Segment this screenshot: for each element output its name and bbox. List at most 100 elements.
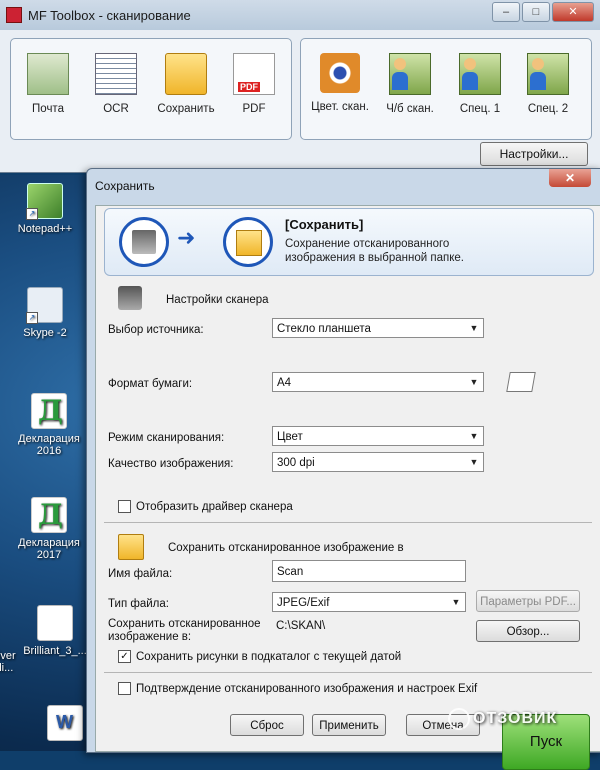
show-driver-checkbox[interactable]: Отобразить драйвер сканера — [118, 500, 293, 513]
tool-mail-button[interactable]: Почта — [15, 53, 81, 115]
folder-circle-icon — [223, 217, 273, 267]
header-title: [Сохранить] — [285, 217, 364, 232]
confirm-checkbox[interactable]: Подтверждение отсканированного изображен… — [118, 682, 477, 695]
tool-label: Сохранить — [157, 103, 215, 115]
skype-icon: ↗ — [26, 287, 63, 324]
desktop-icon-declaration-2016[interactable]: Декларация 2016 — [14, 393, 84, 457]
confirm-label: Подтверждение отсканированного изображен… — [136, 682, 478, 695]
filetype-value: JPEG/Exif — [277, 597, 330, 609]
dropdown-arrow-icon: ▼ — [469, 431, 479, 441]
checkbox-box[interactable] — [118, 682, 131, 695]
document-icon — [37, 605, 73, 641]
tool-pdf-button[interactable]: PDF — [221, 53, 287, 115]
dialog-header: ➜ [Сохранить] Сохранение отсканированног… — [104, 208, 594, 276]
paper-label: Формат бумаги: — [108, 378, 193, 390]
paper-select[interactable]: A4 ▼ — [272, 372, 484, 392]
tool-label: Спец. 2 — [527, 103, 569, 115]
folder-icon — [118, 534, 144, 560]
quality-value: 300 dpi — [277, 457, 315, 469]
desktop-icon-driver[interactable]: river ili... — [0, 650, 40, 674]
desktop-icon-skype[interactable]: ↗ Skype -2 — [10, 287, 80, 339]
maximize-button[interactable]: □ — [522, 2, 550, 22]
desktop-icon-declaration-2017[interactable]: Декларация 2017 — [14, 497, 84, 561]
apply-button[interactable]: Применить — [312, 714, 386, 736]
divider — [104, 522, 592, 523]
arrow-right-icon: ➜ — [177, 225, 196, 250]
mode-label: Режим сканирования: — [108, 432, 225, 444]
tool-label: Ч/б скан. — [386, 103, 434, 115]
title-bar[interactable]: MF Toolbox - сканирование – □ ✕ — [0, 0, 600, 30]
checkbox-box[interactable] — [118, 500, 131, 513]
subfolder-checkbox[interactable]: ✓ Сохранить рисунки в подкаталог с текущ… — [118, 650, 401, 663]
tool-label: PDF — [242, 103, 266, 115]
filetype-select[interactable]: JPEG/Exif ▼ — [272, 592, 466, 612]
close-button[interactable]: ✕ — [552, 2, 594, 22]
dialog-close-button[interactable]: ✕ — [549, 169, 591, 187]
divider — [104, 672, 592, 673]
filename-input[interactable]: Scan — [272, 560, 466, 582]
scanner-settings-heading: Настройки сканера — [166, 294, 269, 306]
subfolder-label: Сохранить рисунки в подкаталог с текущей… — [136, 650, 402, 663]
watermark-logo-icon — [448, 708, 470, 730]
save-settings-heading: Сохранить отсканированное изображение в — [168, 542, 404, 554]
paper-orientation-icon[interactable] — [506, 372, 536, 392]
pdf-icon — [233, 53, 275, 95]
notepad-icon: ↗ — [26, 183, 63, 220]
source-value: Стекло планшета — [277, 323, 371, 335]
tool-label: Цвет. скан. — [311, 101, 369, 113]
source-select[interactable]: Стекло планшета ▼ — [272, 318, 484, 338]
desktop-icon-label: ili... — [0, 662, 14, 674]
tool-bw-scan-button[interactable]: Ч/б скан. — [377, 53, 443, 115]
paper-value: A4 — [277, 377, 292, 389]
app-icon — [6, 7, 22, 23]
save-dialog: Сохранить ✕ ➜ [Сохранить] Сохранение отс… — [86, 168, 600, 770]
tool-save-button[interactable]: Сохранить — [153, 53, 219, 115]
declaration-icon — [31, 497, 67, 533]
quality-label: Качество изображения: — [108, 458, 234, 470]
desktop-icon-label: Skype -2 — [23, 327, 67, 339]
dialog-title: Сохранить — [95, 179, 155, 193]
dropdown-arrow-icon: ▼ — [451, 597, 461, 607]
desktop-icon-notepad[interactable]: ↗ Notepad++ — [10, 183, 80, 235]
ocr-icon — [95, 53, 137, 95]
watermark: ОТЗОВИК — [448, 708, 557, 730]
source-label: Выбор источника: — [108, 324, 204, 336]
tool-ocr-button[interactable]: OCR — [83, 53, 149, 115]
save-to-path: C:\SKAN\ — [276, 620, 326, 632]
scanner-icon — [118, 286, 142, 310]
tool-label: Почта — [32, 103, 64, 115]
mode-select[interactable]: Цвет ▼ — [272, 426, 484, 446]
folder-icon — [165, 53, 207, 95]
desktop-icon-label: Декларация 2016 — [18, 433, 80, 457]
dropdown-arrow-icon: ▼ — [469, 457, 479, 467]
desktop-icon-label: river — [0, 650, 16, 662]
header-description: Сохранение отсканированного изображения … — [285, 238, 465, 264]
scan-tools-group: Цвет. скан. Ч/б скан. Спец. 1 Спец. 2 — [300, 38, 592, 140]
reset-button[interactable]: Сброс — [230, 714, 304, 736]
tool-color-scan-button[interactable]: Цвет. скан. — [307, 53, 373, 113]
word-icon — [47, 705, 83, 741]
tool-custom2-button[interactable]: Спец. 2 — [515, 53, 581, 115]
tool-label: OCR — [103, 103, 129, 115]
pdf-params-button[interactable]: Параметры PDF... — [476, 590, 580, 612]
user-scan-icon — [527, 53, 569, 95]
tool-label: Спец. 1 — [459, 103, 501, 115]
browse-button[interactable]: Обзор... — [476, 620, 580, 642]
dialog-body: ➜ [Сохранить] Сохранение отсканированног… — [95, 205, 600, 770]
minimize-button[interactable]: – — [492, 2, 520, 22]
dropdown-arrow-icon: ▼ — [469, 377, 479, 387]
desktop-icon-label: Notepad++ — [17, 223, 73, 235]
settings-button[interactable]: Настройки... — [480, 142, 588, 166]
mail-icon — [27, 53, 69, 95]
checkbox-box[interactable]: ✓ — [118, 650, 131, 663]
quality-select[interactable]: 300 dpi ▼ — [272, 452, 484, 472]
toolbox-window: MF Toolbox - сканирование – □ ✕ Почта OC… — [0, 0, 600, 173]
declaration-icon — [31, 393, 67, 429]
desktop-icon-label: Декларация 2017 — [18, 537, 80, 561]
eye-scan-icon — [320, 53, 360, 93]
scanner-circle-icon — [119, 217, 169, 267]
tool-custom1-button[interactable]: Спец. 1 — [447, 53, 513, 115]
save-to-label: Сохранить отсканированное изображение в: — [108, 618, 261, 643]
dropdown-arrow-icon: ▼ — [469, 323, 479, 333]
show-driver-label: Отобразить драйвер сканера — [136, 500, 293, 513]
